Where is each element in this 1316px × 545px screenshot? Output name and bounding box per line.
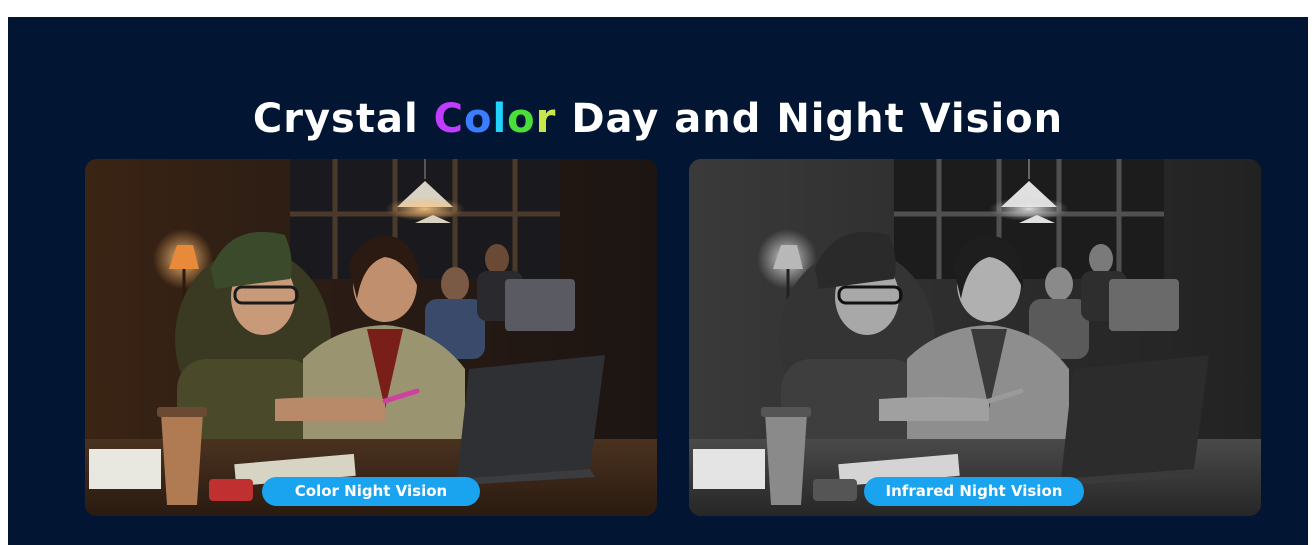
title-after: Day and Night Vision (571, 96, 1064, 142)
infrared-night-vision-label: Infrared Night Vision (864, 477, 1084, 506)
title-highlight-letter: C (433, 96, 464, 142)
page-title: Crystal Color Day and Night Vision (0, 96, 1316, 142)
title-highlight-letter: o (507, 96, 536, 142)
color-night-vision-image (85, 159, 657, 516)
title-highlight-letter: l (492, 96, 508, 142)
infrared-night-vision-image (689, 159, 1261, 516)
title-before: Crystal (252, 96, 419, 142)
title-highlight-letter: r (535, 96, 557, 142)
title-highlight-letter: o (463, 96, 493, 142)
color-night-vision-label: Color Night Vision (262, 477, 480, 506)
title-highlight: Color (434, 96, 557, 142)
